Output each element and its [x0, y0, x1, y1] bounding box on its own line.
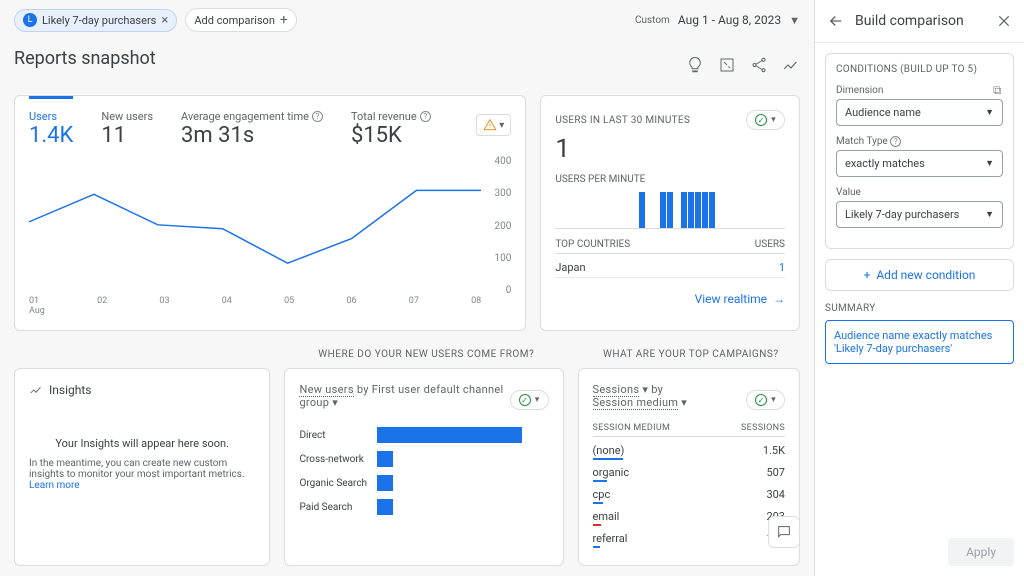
channels-selector[interactable]: New users by First user default channel …: [299, 383, 509, 409]
dimension-select[interactable]: Audience name▼: [836, 99, 1003, 126]
customize-icon[interactable]: [718, 56, 736, 74]
feedback-button[interactable]: [768, 516, 800, 548]
apply-button[interactable]: Apply: [948, 538, 1014, 566]
help-icon[interactable]: ?: [312, 111, 323, 122]
lightbulb-icon[interactable]: [686, 56, 704, 74]
metric-users[interactable]: Users1.4K: [29, 96, 73, 148]
users-per-minute-chart: [555, 189, 785, 229]
realtime-users-value: 1: [555, 134, 785, 164]
card-options-button[interactable]: ▾: [746, 390, 785, 410]
close-icon[interactable]: [996, 13, 1012, 29]
card-options-button[interactable]: ▾: [746, 110, 785, 130]
channels-card: New users by First user default channel …: [284, 368, 563, 566]
table-row: organic507: [593, 463, 785, 485]
anomaly-button[interactable]: ▾: [476, 114, 511, 136]
realtime-card: USERS IN LAST 30 MINUTES▾ 1 USERS PER MI…: [540, 95, 800, 331]
help-icon[interactable]: ?: [420, 111, 431, 122]
insights-card: Insights Your Insights will appear here …: [14, 368, 270, 566]
table-row: (none)1.5K: [593, 441, 785, 463]
chevron-down-icon: ▼: [789, 14, 800, 27]
summary-condition[interactable]: Audience name exactly matches 'Likely 7-…: [825, 320, 1014, 364]
metric-engagement[interactable]: Average engagement time?3m 31s: [181, 110, 323, 148]
insights-icon: [29, 383, 43, 397]
share-icon[interactable]: [750, 56, 768, 74]
country-row: Japan1: [555, 258, 785, 278]
copy-icon[interactable]: [992, 85, 1003, 96]
back-arrow-icon[interactable]: [827, 12, 845, 30]
metric-new-users[interactable]: New users11: [101, 110, 153, 148]
build-comparison-panel: Build comparison CONDITIONS (BUILD UP TO…: [814, 0, 1024, 576]
chip-badge: L: [23, 13, 37, 27]
campaigns-card: Sessions ▾ bySession medium ▾▾ SESSION M…: [578, 368, 800, 566]
add-comparison-button[interactable]: Add comparison +: [185, 8, 297, 32]
view-realtime-link[interactable]: View realtime →: [695, 292, 785, 306]
table-row: referral177: [593, 529, 785, 551]
help-icon[interactable]: ?: [890, 136, 901, 147]
date-range-picker[interactable]: Custom Aug 1 - Aug 8, 2023 ▼: [635, 13, 800, 27]
overview-card: Users1.4K New users11 Average engagement…: [14, 95, 526, 331]
learn-more-link[interactable]: Learn more: [29, 480, 80, 491]
comparison-chip[interactable]: L Likely 7-day purchasers ×: [14, 9, 177, 32]
add-condition-button[interactable]: + Add new condition: [825, 259, 1014, 291]
check-icon: [755, 114, 767, 126]
metric-revenue[interactable]: Total revenue?$15K: [351, 110, 431, 148]
card-options-button[interactable]: ▾: [510, 390, 549, 410]
table-row: cpc304: [593, 485, 785, 507]
section-title: WHERE DO YOUR NEW USERS COME FROM?: [285, 349, 568, 360]
close-icon[interactable]: ×: [161, 13, 168, 28]
trend-icon[interactable]: [782, 56, 800, 74]
page-title: Reports snapshot: [14, 48, 156, 69]
table-row: email203: [593, 507, 785, 529]
condition-card: CONDITIONS (BUILD UP TO 5) Dimension Aud…: [825, 53, 1014, 249]
plus-icon: +: [280, 12, 288, 28]
value-select[interactable]: Likely 7-day purchasers▼: [836, 201, 1003, 228]
chip-label: Likely 7-day purchasers: [42, 14, 156, 27]
match-type-select[interactable]: exactly matches▼: [836, 150, 1003, 177]
section-title: WHAT ARE YOUR TOP CAMPAIGNS?: [582, 349, 800, 360]
channels-bar-chart: DirectCross-networkOrganic SearchPaid Se…: [299, 427, 548, 515]
users-line-chart: 4003002001000 01Aug02030405060708: [29, 156, 511, 316]
campaigns-selector[interactable]: Sessions ▾ bySession medium ▾: [593, 383, 688, 409]
